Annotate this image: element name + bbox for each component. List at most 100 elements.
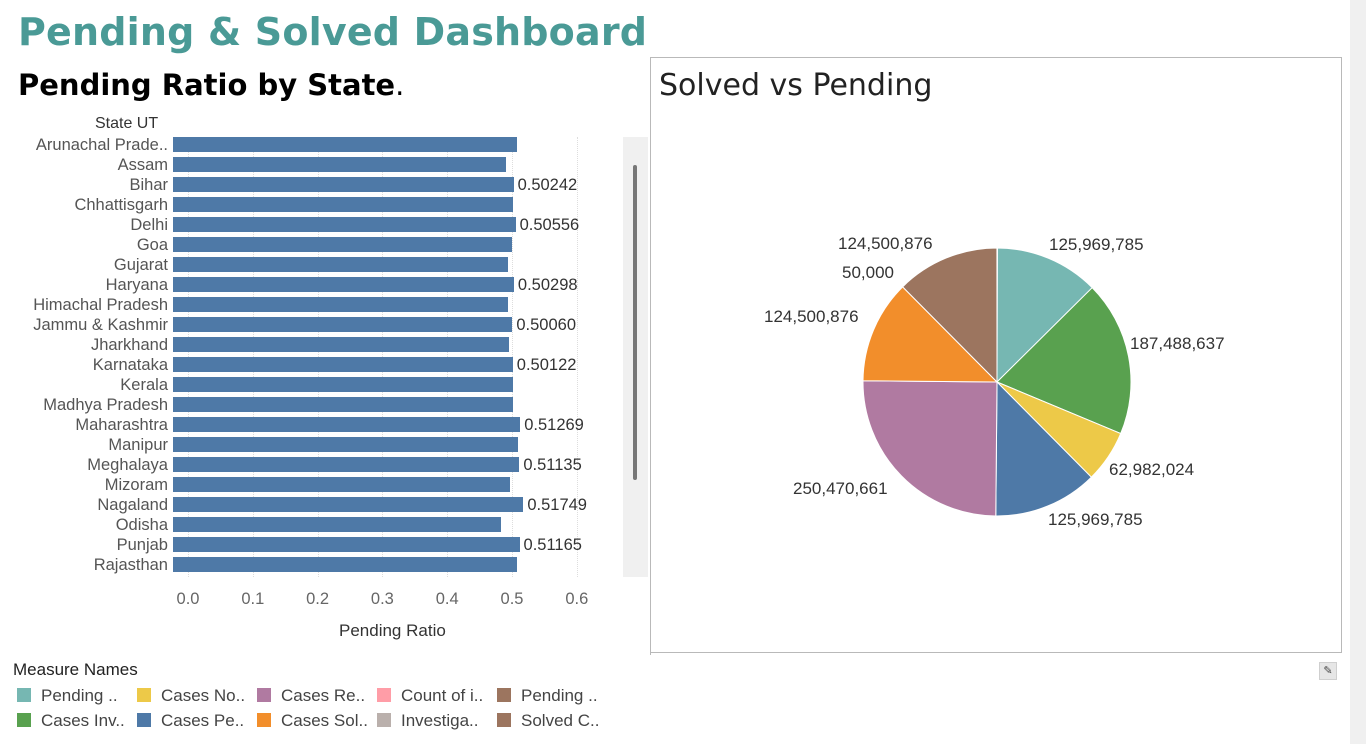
legend-item[interactable]: Pending .. [17, 686, 118, 706]
x-tick-label: 0.3 [370, 590, 394, 608]
legend-swatch [137, 713, 151, 727]
bar[interactable] [173, 237, 512, 252]
bar[interactable] [173, 557, 518, 572]
bar-scrollbar-thumb[interactable] [633, 165, 637, 480]
bar[interactable] [173, 317, 513, 332]
bar-row[interactable]: Goa [0, 235, 625, 255]
legend-item[interactable]: Cases Sol.. [257, 711, 368, 731]
bar[interactable] [173, 137, 518, 152]
state-label: Delhi [130, 216, 168, 234]
state-label: Arunachal Prade.. [35, 136, 168, 154]
pie-label-green: 187,488,637 [1130, 334, 1225, 353]
bar-row[interactable]: Jammu & Kashmir 0.50060 [0, 315, 625, 335]
sketch-edit-icon[interactable]: ✎ [1319, 662, 1337, 680]
bar[interactable] [173, 417, 521, 432]
bar-chart-title: Pending Ratio by State. [18, 68, 404, 102]
state-label: Assam [117, 156, 168, 174]
bar-row[interactable]: Odisha [0, 515, 625, 535]
legend-label: Pending .. [41, 686, 118, 705]
bar-row[interactable]: Punjab 0.51165 [0, 535, 625, 555]
bar[interactable] [173, 457, 520, 472]
pie-slice[interactable] [996, 247, 998, 383]
bar-row[interactable]: Jharkhand [0, 335, 625, 355]
bar[interactable] [173, 197, 513, 212]
bar[interactable] [173, 217, 516, 232]
bar-row[interactable]: Haryana 0.50298 [0, 275, 625, 295]
bar-chart-title-suffix: . [395, 68, 405, 102]
bar-row[interactable]: Delhi 0.50556 [0, 215, 625, 235]
legend-label: Count of i.. [401, 686, 484, 705]
bar[interactable] [173, 257, 509, 272]
bar-chart-title-text: Pending Ratio by State [18, 68, 396, 102]
legend-item[interactable]: Cases Inv.. [17, 711, 125, 731]
bar-row[interactable]: Nagaland 0.51749 [0, 495, 625, 515]
bar-value-label: 0.50298 [517, 276, 578, 294]
pie-label-yellow: 62,982,024 [1109, 460, 1195, 479]
bar[interactable] [173, 337, 510, 352]
x-tick-label: 0.1 [241, 590, 265, 608]
pie-label-orange: 124,500,876 [764, 307, 859, 326]
bar-row[interactable]: Meghalaya 0.51135 [0, 455, 625, 475]
bar[interactable] [173, 377, 513, 392]
bar-row[interactable]: Manipur [0, 435, 625, 455]
bar-row[interactable]: Himachal Pradesh [0, 295, 625, 315]
pie-label-brown: 124,500,876 [838, 234, 933, 253]
bar[interactable] [173, 177, 514, 192]
bar[interactable] [173, 537, 520, 552]
state-label: Jharkhand [90, 336, 168, 354]
bar[interactable] [173, 297, 509, 312]
state-label: Meghalaya [87, 456, 168, 474]
bar-row[interactable]: Assam [0, 155, 625, 175]
legend-swatch [377, 688, 391, 702]
bar[interactable] [173, 437, 519, 452]
bar-row[interactable]: Gujarat [0, 255, 625, 275]
bar-value-label: 0.50242 [517, 176, 578, 194]
bar-value-label: 0.51165 [523, 536, 582, 554]
bar[interactable] [173, 157, 506, 172]
state-label: Goa [136, 236, 168, 254]
bar-row[interactable]: Rajasthan [0, 555, 625, 575]
bar-row[interactable]: Bihar 0.50242 [0, 175, 625, 195]
legend-label: Cases Re.. [281, 686, 366, 705]
bar[interactable] [173, 357, 513, 372]
legend-item[interactable]: Count of i.. [377, 686, 483, 706]
legend-item[interactable]: Cases Re.. [257, 686, 365, 706]
legend-label: Pending .. [521, 686, 598, 705]
legend-item[interactable]: Cases Pe.. [137, 711, 244, 731]
bar[interactable] [173, 477, 511, 492]
legend-swatch [497, 713, 511, 727]
x-tick-label: 0.4 [435, 590, 459, 608]
legend-item[interactable]: Investiga.. [377, 711, 479, 731]
legend-title: Measure Names [13, 660, 138, 679]
state-label: Manipur [108, 436, 168, 454]
state-label: Maharashtra [75, 416, 168, 434]
pie-label-teal: 125,969,785 [1049, 235, 1144, 254]
bar[interactable] [173, 497, 524, 512]
bar-row[interactable]: Chhattisgarh [0, 195, 625, 215]
legend-swatch [137, 688, 151, 702]
bar-row[interactable]: Kerala [0, 375, 625, 395]
legend-swatch [377, 713, 391, 727]
bar-value-label: 0.51749 [527, 496, 587, 514]
bar-row[interactable]: Madhya Pradesh [0, 395, 625, 415]
state-label: Rajasthan [93, 556, 168, 574]
bar-row[interactable]: Mizoram [0, 475, 625, 495]
legend-item[interactable]: Cases No.. [137, 686, 245, 706]
bar-value-label: 0.50556 [519, 216, 580, 234]
bar-row[interactable]: Karnataka 0.50122 [0, 355, 625, 375]
legend-swatch [257, 713, 271, 727]
legend-label: Cases No.. [161, 686, 246, 705]
bar[interactable] [173, 277, 514, 292]
bar-row[interactable]: Maharashtra 0.51269 [0, 415, 625, 435]
legend-item[interactable]: Pending .. [497, 686, 598, 706]
bar[interactable] [173, 397, 513, 412]
pie-label-purple: 250,470,661 [793, 479, 888, 498]
bar[interactable] [173, 517, 501, 532]
bar-value-label: 0.51269 [524, 416, 584, 434]
x-tick-label: 0.6 [565, 590, 589, 608]
legend-swatch [497, 688, 511, 702]
bar-row[interactable]: Arunachal Prade.. [0, 135, 625, 155]
right-scroll-strip [1350, 0, 1366, 744]
legend-label: Solved C.. [521, 711, 600, 730]
legend-item[interactable]: Solved C.. [497, 711, 599, 731]
